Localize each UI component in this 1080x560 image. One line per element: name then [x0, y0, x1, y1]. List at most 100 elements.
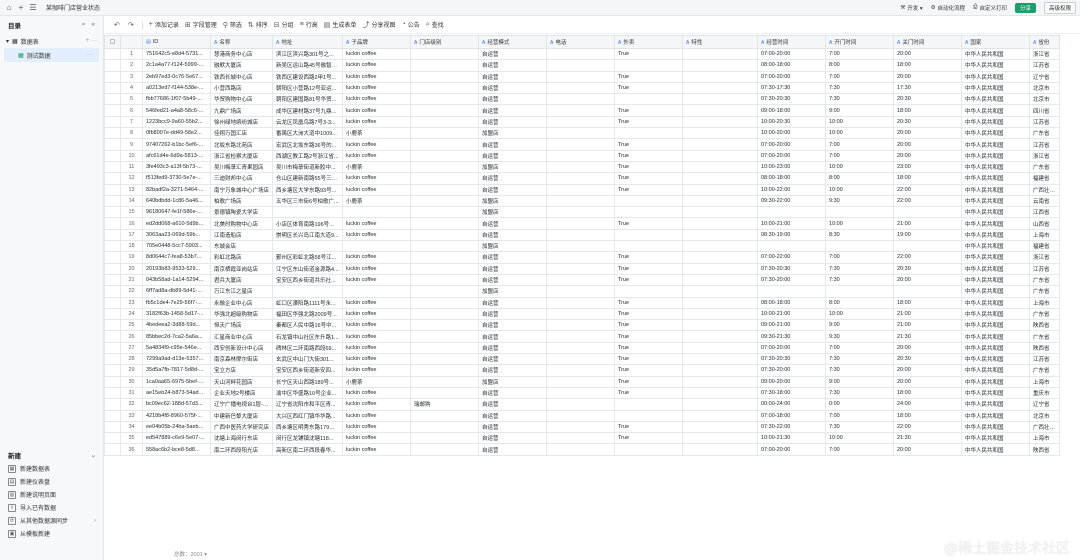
share-button[interactable]: 分享 [1014, 2, 1036, 13]
table-cell[interactable]: 中华人民共和国 [961, 228, 1030, 242]
table-cell[interactable]: 小营西路店 [210, 81, 273, 95]
table-cell[interactable]: 3063aa23-069d-59b... [142, 228, 211, 242]
new-item[interactable]: ⟳ 从其他数据源同步 › [0, 514, 104, 527]
table-cell[interactable]: 中华人民共和国 [961, 353, 1030, 366]
table-cell[interactable]: 浙江省 [1029, 251, 1060, 264]
table-cell[interactable]: 18:00 [893, 296, 962, 309]
table-cell[interactable] [410, 127, 479, 140]
table-cell[interactable] [410, 296, 479, 309]
table-row[interactable]: 7 1223bcc9-9a60-55b2... 徐州绿地缤纷城店 云龙区凤凰鸟路7号3… [104, 115, 1060, 129]
table-cell[interactable] [342, 285, 411, 298]
table-cell[interactable]: 浙江省检察大厦店 [210, 149, 273, 162]
table-cell[interactable] [546, 115, 615, 129]
table-cell[interactable]: 9:00 [825, 104, 894, 117]
table-cell[interactable]: 广东省 [1029, 364, 1060, 377]
table-cell[interactable]: 朝阳区建国路81号华贸... [272, 93, 343, 106]
table-cell[interactable]: 10:00-21:00 [757, 217, 826, 230]
table-cell[interactable]: 云龙区凤凰鸟路7号3-3... [272, 115, 343, 129]
table-cell[interactable]: 中华人民共和国 [961, 364, 1030, 377]
table-cell[interactable]: 中华人民共和国 [961, 183, 1030, 196]
table-cell[interactable]: 9:30 [825, 330, 894, 343]
table-cell[interactable]: 08:00-18:00 [757, 296, 826, 309]
table-cell[interactable]: 自运营 [478, 420, 547, 434]
table-cell[interactable]: 3182f63b-1458-5d17-... [142, 307, 211, 321]
table-cell[interactable]: 中华人民共和国 [961, 93, 1030, 106]
table-cell[interactable] [410, 217, 479, 230]
table-cell[interactable] [546, 262, 615, 275]
table-cell[interactable]: 中华人民共和国 [961, 341, 1030, 355]
table-cell[interactable]: 自运营 [478, 307, 547, 321]
column-header[interactable]: ▤ ID [142, 35, 211, 49]
table-cell[interactable]: 00:00-24:00 [757, 398, 826, 411]
table-cell[interactable]: 07:00-20:00 [757, 443, 826, 456]
table-cell[interactable] [410, 273, 479, 287]
table-cell[interactable]: 20:00 [893, 443, 962, 456]
table-cell[interactable]: 8:30 [825, 228, 894, 242]
table-cell[interactable]: 7299a9ad-d13e-5357... [142, 353, 211, 366]
table-cell[interactable]: 中华人民共和国 [961, 240, 1030, 253]
table-cell[interactable]: 铁西区建设西路2甲1号... [272, 70, 343, 83]
table-cell[interactable]: 自运营 [478, 104, 547, 117]
table-cell[interactable]: 23:00 [893, 160, 962, 174]
table-cell[interactable]: 中华人民共和国 [961, 330, 1030, 343]
table-cell[interactable]: 自运营 [478, 273, 547, 287]
table-cell[interactable] [682, 307, 758, 321]
table-cell[interactable] [546, 127, 615, 140]
table-cell[interactable] [682, 330, 758, 343]
table-cell[interactable] [546, 47, 615, 61]
table-cell[interactable] [682, 353, 758, 366]
table-row[interactable]: 20 20193b83-9533-529... 南京栖霞亚岗站店 江宁区东山街道金源路… [104, 262, 1060, 275]
table-cell[interactable] [682, 319, 758, 332]
table-cell[interactable]: 自运营 [478, 443, 547, 456]
table-cell[interactable]: 江苏省 [1029, 262, 1060, 275]
table-cell[interactable]: True [614, 341, 683, 355]
table-cell[interactable]: 辽宁广播电视台1层-瑞... [210, 398, 273, 411]
table-cell[interactable]: 4bedeea2-3d88-59d... [142, 319, 211, 332]
table-cell[interactable]: 九鼎广场店 [210, 104, 273, 117]
row-checkbox-cell[interactable] [104, 93, 121, 106]
table-cell[interactable] [546, 375, 615, 388]
automation-button[interactable]: ⚙ 自动化流程 [931, 4, 965, 12]
table-cell[interactable]: 20:30 [893, 115, 962, 129]
table-cell[interactable]: 天山河畔花园店 [210, 375, 273, 388]
table-cell[interactable]: luckin coffee [342, 115, 411, 129]
table-cell[interactable] [682, 296, 758, 309]
table-cell[interactable]: 五华区三市街6号柏歌广... [272, 194, 343, 208]
table-cell[interactable]: 自运营 [478, 251, 547, 264]
table-cell[interactable]: luckin coffee [342, 409, 411, 422]
table-row[interactable]: 26 85bbec2d-7ca2-5a6a... 汇星商业中心店 石龙镇中山社区东升路… [104, 330, 1060, 343]
table-cell[interactable]: True [614, 386, 683, 400]
table-cell[interactable]: 07:30-20:00 [757, 364, 826, 377]
table-cell[interactable]: 中华人民共和国 [961, 59, 1030, 72]
table-cell[interactable]: 江苏省 [1029, 138, 1060, 151]
table-cell[interactable]: luckin coffee [342, 47, 411, 61]
table-cell[interactable]: 18:00 [893, 59, 962, 72]
table-cell[interactable]: afc61d4e-6d9a-5813-... [142, 149, 211, 162]
table-cell[interactable] [825, 240, 894, 253]
table-cell[interactable]: 瑞邮购 [410, 398, 479, 411]
table-cell[interactable] [546, 93, 615, 106]
table-cell[interactable]: luckin coffee [342, 420, 411, 434]
column-header[interactable]: A 关门时间 [893, 35, 962, 49]
table-cell[interactable] [546, 285, 615, 298]
table-cell[interactable]: 22:00 [893, 194, 962, 208]
table-cell[interactable] [410, 353, 479, 366]
table-cell[interactable]: 20:00 [893, 364, 962, 377]
table-cell[interactable]: 8:00 [825, 296, 894, 309]
table-cell[interactable] [682, 409, 758, 422]
table-cell[interactable]: 0:00 [825, 398, 894, 411]
table-row[interactable]: 13 82badf2a-3271-5464-... 南宁万象城中心广场店 西乡塘区大学… [104, 183, 1060, 196]
table-cell[interactable]: 07:00-20:00 [757, 149, 826, 162]
table-cell[interactable]: 辽宁省沈阳市和平区青... [272, 398, 343, 411]
table-cell[interactable] [410, 138, 479, 151]
table-cell[interactable]: 新吴区运山路45号融智大... [272, 59, 343, 72]
table-cell[interactable]: 中华人民共和国 [961, 432, 1030, 445]
table-cell[interactable]: luckin coffee [342, 398, 411, 411]
table-cell[interactable]: 5a4834f9-c95e-546e... [142, 341, 211, 355]
row-checkbox-cell[interactable] [104, 149, 121, 162]
table-cell[interactable]: 07:30-22:00 [757, 420, 826, 434]
table-cell[interactable] [682, 93, 758, 106]
table-row[interactable]: 19 8d0644c7-fea8-53b7... 彩虹北路店 鄞州区彩虹北路58号江.… [104, 251, 1060, 264]
toolbar-button[interactable]: ⌕ 查找 [426, 20, 444, 30]
table-cell[interactable]: 小店区体育南路196号... [272, 217, 343, 230]
